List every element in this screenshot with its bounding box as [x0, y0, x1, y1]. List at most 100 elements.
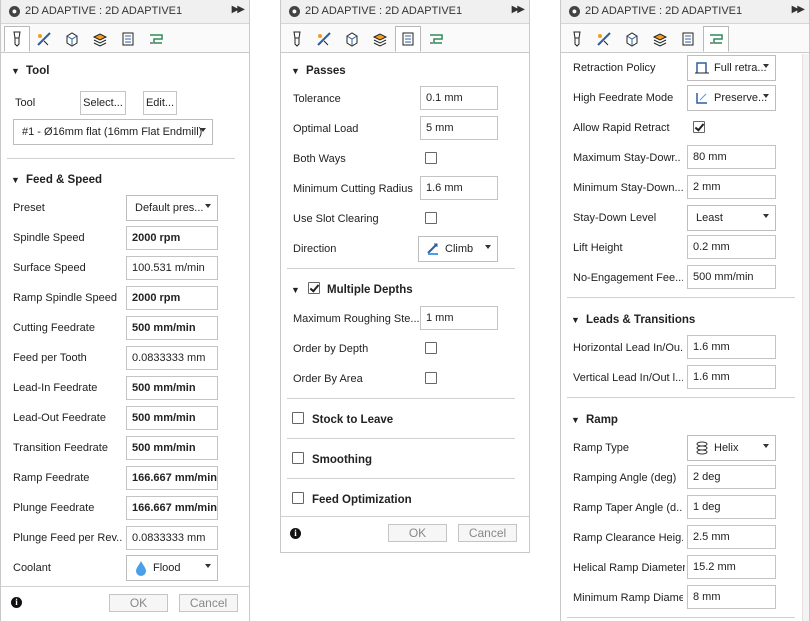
passes-section-header[interactable]: ▼ Passes — [281, 62, 529, 82]
feed-speed-section-header[interactable]: ▼ Feed & Speed — [1, 171, 249, 191]
cancel-button[interactable]: Cancel — [179, 594, 238, 612]
vertical-lead-input[interactable]: 1.6 mm — [687, 365, 776, 389]
ramp-taper-angle-input[interactable]: 1 deg — [687, 495, 776, 519]
smoothing-section-header[interactable]: Smoothing — [281, 451, 529, 471]
row-value-input[interactable]: 500 mm/min — [126, 376, 218, 400]
tab-passes[interactable] — [647, 26, 673, 52]
stock-to-leave-section-header[interactable]: Stock to Leave — [281, 411, 529, 431]
ok-button[interactable]: OK — [388, 524, 447, 542]
row-value-input[interactable]: 500 mm/min — [126, 316, 218, 340]
high-feedrate-dropdown[interactable]: Preserve... — [687, 85, 776, 111]
ramp-type-label: Ramp Type — [573, 442, 630, 454]
tab-geometry[interactable] — [31, 26, 57, 52]
tab-heights[interactable] — [339, 26, 365, 52]
tool-dropdown[interactable]: #1 - Ø16mm flat (16mm Flat Endmill) — [13, 119, 213, 145]
tab-geometry[interactable] — [311, 26, 337, 52]
ramp-section-header[interactable]: ▼ Ramp — [561, 411, 809, 431]
horizontal-lead-input[interactable]: 1.6 mm — [687, 335, 776, 359]
min-cutting-radius-label: Minimum Cutting Radius — [293, 183, 413, 195]
ramp-clearance-input[interactable]: 2.5 mm — [687, 525, 776, 549]
coolant-dropdown[interactable]: Flood — [126, 555, 218, 581]
feed-optimization-section-header[interactable]: Feed Optimization — [281, 491, 529, 511]
scrollbar[interactable] — [802, 54, 809, 621]
window-title: 2D ADAPTIVE : 2D ADAPTIVE1 — [25, 5, 183, 17]
expand-icon[interactable]: ▶▶ — [512, 4, 525, 15]
allow-rapid-retract-checkbox[interactable] — [693, 121, 705, 133]
tool-section-header[interactable]: ▼ Tool — [1, 62, 249, 82]
tab-linking[interactable] — [395, 26, 421, 52]
multiple-depths-section-header[interactable]: ▼ Multiple Depths — [281, 281, 529, 301]
row-value-input[interactable]: 2000 rpm — [126, 226, 218, 250]
edit-button[interactable]: Edit... — [143, 91, 177, 115]
min-stay-down-label: Minimum Stay-Down... — [573, 182, 683, 194]
tab-tool[interactable] — [284, 26, 310, 52]
tab-linking[interactable] — [675, 26, 701, 52]
feed-optimization-checkbox[interactable] — [292, 492, 304, 504]
divider — [567, 617, 795, 618]
ramping-angle-input[interactable]: 2 deg — [687, 465, 776, 489]
row-label: Coolant — [13, 562, 51, 574]
tab-linking-alt[interactable] — [143, 26, 169, 52]
row-label: Ramp Spindle Speed — [13, 292, 117, 304]
linking-icon — [122, 32, 134, 46]
direction-dropdown[interactable]: Climb — [418, 236, 498, 262]
order-by-depth-checkbox[interactable] — [425, 342, 437, 354]
retraction-policy-dropdown[interactable]: Full retra... — [687, 55, 776, 81]
row-value-input[interactable]: 0.0833333 mm — [126, 526, 218, 550]
row-value-input[interactable]: 166.667 mm/min — [126, 466, 218, 490]
no-engagement-feed-label: No-Engagement Fee... — [573, 272, 683, 284]
no-engagement-feed-input[interactable]: 500 mm/min — [687, 265, 776, 289]
tab-linking-alt[interactable] — [423, 26, 449, 52]
row-value-input[interactable]: 500 mm/min — [126, 406, 218, 430]
max-roughing-input[interactable]: 1 mm — [420, 306, 498, 330]
row-value-input[interactable]: 500 mm/min — [126, 436, 218, 460]
smoothing-checkbox[interactable] — [292, 452, 304, 464]
order-by-area-checkbox[interactable] — [425, 372, 437, 384]
max-stay-down-input[interactable]: 80 mm — [687, 145, 776, 169]
tab-tool[interactable] — [564, 26, 590, 52]
chevron-down-icon — [763, 214, 769, 218]
ramp-taper-angle-label: Ramp Taper Angle (d... — [573, 502, 683, 514]
tab-tool[interactable] — [4, 26, 30, 52]
tab-passes[interactable] — [367, 26, 393, 52]
row-value-input[interactable]: 100.531 m/min — [126, 256, 218, 280]
both-ways-checkbox[interactable] — [425, 152, 437, 164]
stay-down-level-dropdown[interactable]: Least — [687, 205, 776, 231]
min-ramp-diameter-input[interactable]: 8 mm — [687, 585, 776, 609]
tab-linking-alt[interactable] — [703, 26, 729, 52]
max-roughing-label: Maximum Roughing Ste... — [293, 313, 420, 325]
cancel-button[interactable]: Cancel — [458, 524, 517, 542]
tab-heights[interactable] — [619, 26, 645, 52]
tab-heights[interactable] — [59, 26, 85, 52]
expand-icon[interactable]: ▶▶ — [792, 4, 805, 15]
heights-icon — [346, 32, 358, 47]
expand-icon[interactable]: ▶▶ — [232, 4, 245, 15]
title-bar: ● 2D ADAPTIVE : 2D ADAPTIVE1 ▶▶ — [561, 0, 809, 24]
retraction-policy-label: Retraction Policy — [573, 62, 656, 74]
row-value-input[interactable]: 166.667 mm/min — [126, 496, 218, 520]
min-stay-down-input[interactable]: 2 mm — [687, 175, 776, 199]
horizontal-lead-label: Horizontal Lead In/Ou... — [573, 342, 683, 354]
select-button[interactable]: Select... — [80, 91, 126, 115]
tab-passes[interactable] — [87, 26, 113, 52]
row-value-input[interactable]: 2000 rpm — [126, 286, 218, 310]
leads-section-header[interactable]: ▼ Leads & Transitions — [561, 311, 809, 331]
ok-button[interactable]: OK — [109, 594, 168, 612]
min-cutting-radius-input[interactable]: 1.6 mm — [420, 176, 498, 200]
optimal-load-input[interactable]: 5 mm — [420, 116, 498, 140]
info-icon[interactable]: i — [11, 597, 22, 608]
ramp-type-dropdown[interactable]: Helix — [687, 435, 776, 461]
slot-clearing-checkbox[interactable] — [425, 212, 437, 224]
chevron-down-icon — [763, 64, 769, 68]
lift-height-input[interactable]: 0.2 mm — [687, 235, 776, 259]
helical-ramp-diameter-input[interactable]: 15.2 mm — [687, 555, 776, 579]
info-icon[interactable]: i — [290, 528, 301, 539]
tolerance-input[interactable]: 0.1 mm — [420, 86, 498, 110]
row-value-input[interactable]: 0.0833333 mm — [126, 346, 218, 370]
multiple-depths-checkbox[interactable] — [308, 282, 320, 294]
tab-linking[interactable] — [115, 26, 141, 52]
order-by-depth-label: Order by Depth — [293, 343, 369, 355]
stock-to-leave-checkbox[interactable] — [292, 412, 304, 424]
tab-geometry[interactable] — [591, 26, 617, 52]
preset-dropdown[interactable]: Default pres... — [126, 195, 218, 221]
